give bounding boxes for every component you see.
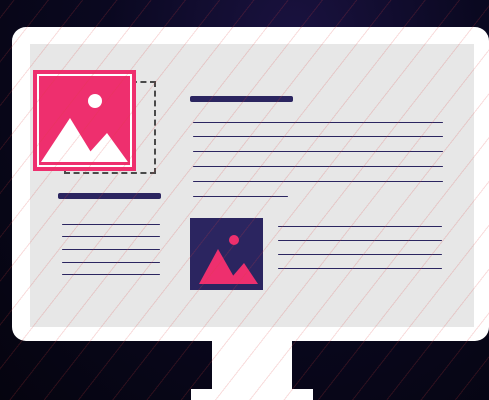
text-line <box>193 181 443 182</box>
text-line <box>193 196 288 197</box>
text-line <box>62 236 160 237</box>
heading-bar <box>190 96 293 102</box>
text-line <box>193 166 443 167</box>
text-line <box>278 268 442 269</box>
text-line <box>193 122 443 123</box>
image-placeholder-icon <box>33 70 136 171</box>
heading-bar <box>58 193 161 199</box>
sun-shape <box>88 94 102 108</box>
text-line <box>62 274 160 275</box>
text-line <box>193 151 443 152</box>
monitor-stand-neck <box>212 341 292 391</box>
text-line <box>62 224 160 225</box>
text-line <box>278 240 442 241</box>
text-line <box>193 136 443 137</box>
sun-shape <box>229 235 239 245</box>
text-line <box>62 262 160 263</box>
image-placeholder-icon <box>190 218 263 290</box>
monitor-stand-base <box>191 389 313 400</box>
text-line <box>62 249 160 250</box>
text-line <box>278 226 442 227</box>
text-line <box>278 254 442 255</box>
illustration-scene <box>0 0 489 400</box>
